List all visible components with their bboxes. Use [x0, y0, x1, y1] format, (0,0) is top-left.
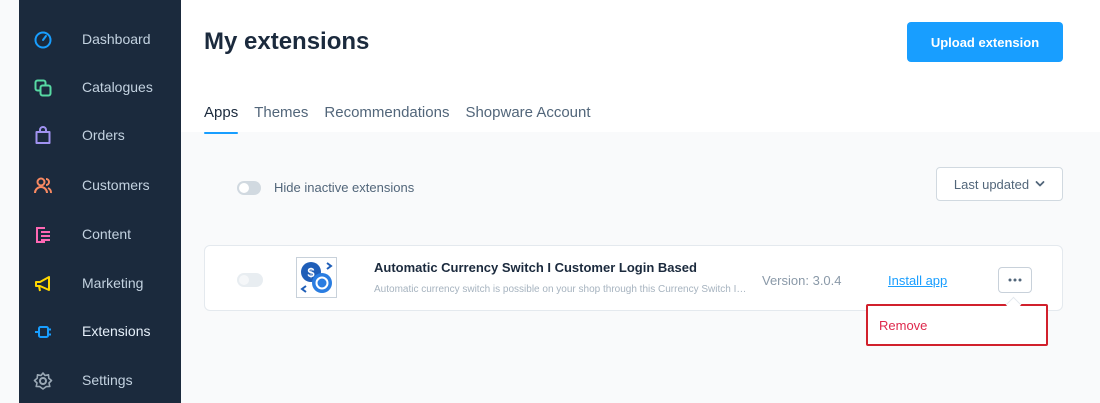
- hide-inactive-toggle[interactable]: [237, 180, 261, 195]
- app: Dashboard Catalogues Orders Customers Co…: [0, 0, 1100, 403]
- settings-icon: [33, 372, 53, 390]
- tab-themes[interactable]: Themes: [254, 104, 308, 132]
- extension-logo: $: [296, 257, 337, 298]
- orders-icon: [35, 126, 51, 144]
- extensions-icon: [35, 326, 51, 338]
- sidebar-item-label: Dashboard: [82, 31, 151, 47]
- content-icon: [36, 227, 50, 243]
- install-app-link[interactable]: Install app: [888, 273, 947, 288]
- page-title: My extensions: [204, 28, 370, 55]
- page-header: My extensions Upload extension Apps Them…: [181, 0, 1100, 134]
- ellipsis-icon: [1008, 278, 1022, 282]
- sidebar-item-label: Catalogues: [82, 79, 153, 95]
- sidebar-item-label: Content: [82, 226, 132, 242]
- sidebar-item-label: Customers: [82, 177, 150, 193]
- extension-card: $ Automatic Currency Switch I Customer L…: [204, 245, 1063, 311]
- sort-select-value: Last updated: [953, 176, 1030, 192]
- upload-extension-button[interactable]: Upload extension: [907, 22, 1063, 62]
- context-menu: Remove: [866, 304, 1048, 346]
- sidebar-item-customers[interactable]: Customers: [19, 166, 181, 206]
- sidebar-item-dashboard[interactable]: Dashboard: [19, 20, 181, 60]
- sidebar-item-catalogues[interactable]: Catalogues: [19, 68, 181, 108]
- chevron-down-icon: [1035, 181, 1045, 187]
- sidebar-item-label: Marketing: [82, 275, 144, 291]
- main-content: My extensions Upload extension Apps Them…: [181, 0, 1100, 403]
- currency-switch-icon: $: [300, 262, 333, 293]
- tab-bar: Apps Themes Recommendations Shopware Acc…: [204, 104, 607, 134]
- sidebar-item-settings[interactable]: Settings: [19, 361, 181, 401]
- tab-apps[interactable]: Apps: [204, 104, 239, 134]
- hide-inactive-filter: Hide inactive extensions: [237, 180, 414, 195]
- sidebar-item-label: Settings: [82, 372, 133, 388]
- sort-select[interactable]: Last updated: [936, 167, 1063, 201]
- tab-shopware-account[interactable]: Shopware Account: [465, 104, 590, 132]
- sidebar-item-label: Orders: [82, 127, 125, 143]
- extension-name: Automatic Currency Switch I Customer Log…: [374, 260, 697, 275]
- sidebar-item-extensions[interactable]: Extensions: [19, 312, 181, 352]
- extension-active-toggle[interactable]: [237, 273, 263, 287]
- sidebar-item-marketing[interactable]: Marketing: [19, 264, 181, 304]
- sidebar: Dashboard Catalogues Orders Customers Co…: [19, 0, 181, 403]
- dashboard-icon: [34, 31, 52, 49]
- marketing-icon: [35, 276, 50, 292]
- extension-description: Automatic currency switch is possible on…: [374, 284, 749, 295]
- catalogue-icon: [34, 79, 52, 97]
- sidebar-item-content[interactable]: Content: [19, 215, 181, 255]
- sidebar-item-label: Extensions: [82, 323, 151, 339]
- hide-inactive-label: Hide inactive extensions: [274, 180, 415, 195]
- extension-version: Version: 3.0.4: [762, 273, 842, 288]
- remove-menu-item[interactable]: Remove: [879, 318, 927, 333]
- customers-icon: [34, 177, 52, 194]
- more-actions-button[interactable]: [998, 267, 1032, 293]
- sidebar-item-orders[interactable]: Orders: [19, 116, 181, 156]
- tab-recommendations[interactable]: Recommendations: [324, 104, 449, 132]
